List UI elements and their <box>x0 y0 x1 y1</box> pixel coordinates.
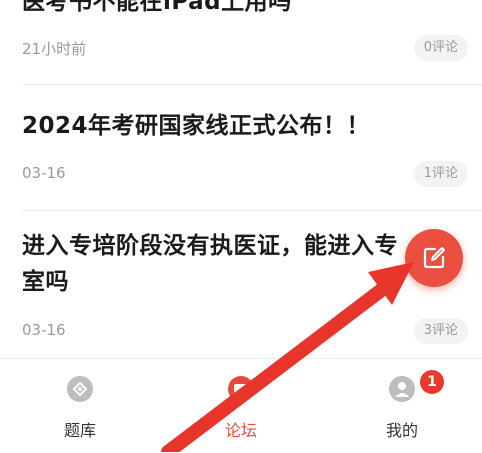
nav-label: 题库 <box>63 421 96 440</box>
compose-post-button[interactable] <box>405 229 463 287</box>
post-time: 03-16 <box>22 321 66 339</box>
post-comment-count: 1评论 <box>413 161 468 187</box>
post-title[interactable]: 医考书不能在iPad上用吗 <box>22 0 462 20</box>
nav-tab-profile[interactable]: 我的 <box>322 359 482 453</box>
divider <box>22 210 482 211</box>
post-feed: 医考书不能在iPad上用吗 21小时前 0评论 2024年考研国家线正式公布！！… <box>0 0 482 358</box>
notification-badge: 1 <box>418 368 446 396</box>
nav-label: 论坛 <box>224 421 257 440</box>
post-comment-count: 0评论 <box>413 35 468 61</box>
profile-icon <box>389 376 415 402</box>
post-comment-count: 3评论 <box>413 318 468 344</box>
post-title-line-2[interactable]: 室吗 <box>22 264 462 300</box>
nav-tab-question-bank[interactable]: 题库 <box>0 359 160 453</box>
nav-tab-forum[interactable]: 论坛 <box>161 359 321 453</box>
divider <box>22 84 482 85</box>
post-time: 03-16 <box>22 164 66 182</box>
post-title[interactable]: 2024年考研国家线正式公布！！ <box>22 108 462 144</box>
forum-icon <box>228 376 254 402</box>
post-time: 21小时前 <box>22 40 87 58</box>
post-title-line-1[interactable]: 进入专培阶段没有执医证，能进入专 <box>22 228 462 264</box>
question-bank-icon <box>67 376 93 402</box>
nav-label: 我的 <box>385 421 418 440</box>
bottom-nav: 题库 论坛 我的 <box>0 358 482 453</box>
edit-icon <box>423 247 445 269</box>
